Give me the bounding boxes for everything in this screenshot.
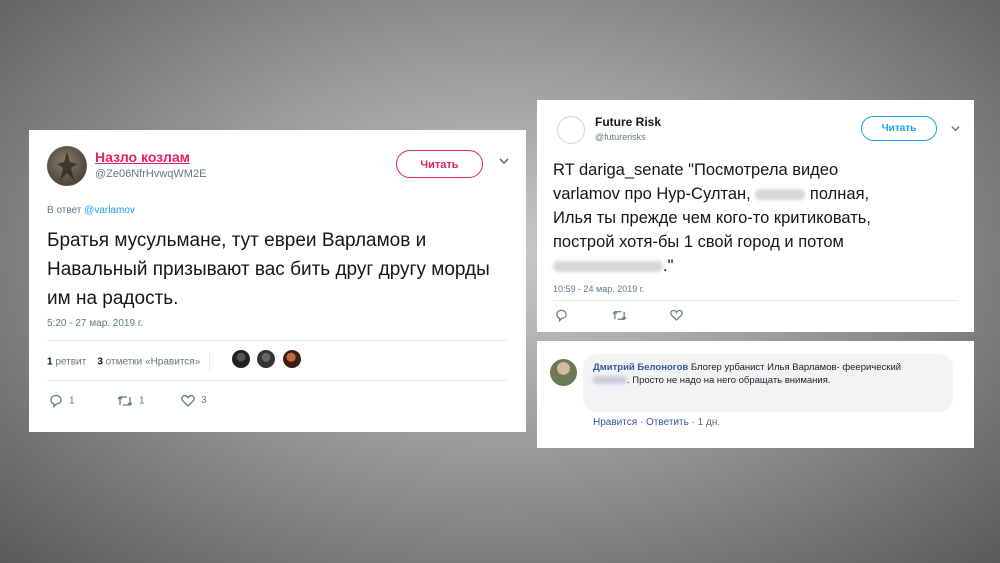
tweet-text: Братья мусульмане, тут евреи Варламов и … (47, 230, 490, 309)
divider (47, 380, 508, 381)
commenter-avatar[interactable] (550, 359, 577, 386)
follow-button[interactable]: Читать (396, 150, 483, 178)
censored-word (593, 376, 627, 385)
comment-text: Дмитрий Белоногов Блогер урбанист Илья В… (593, 361, 923, 387)
tweet-stats: 1 ретвит 3 отметки «Нравится» (47, 353, 216, 371)
tweet-text-line: полная, (809, 185, 870, 203)
reply-link[interactable]: Ответить (646, 417, 689, 428)
comment-time[interactable]: 1 дн. (698, 417, 720, 428)
reply-icon[interactable] (555, 309, 568, 322)
tweet-text-line: Илья ты прежде чем кого-то критиковать, (553, 209, 871, 227)
divider (47, 340, 508, 341)
like-link[interactable]: Нравится (593, 417, 637, 428)
likers-avatars (232, 350, 304, 373)
like-count: 3 (201, 395, 207, 407)
divider (553, 300, 958, 301)
reply-count: 1 (69, 395, 75, 407)
tweet-text-line: ." (663, 257, 674, 275)
censored-word (553, 261, 663, 273)
like-action[interactable]: 3 (181, 394, 207, 407)
tweet-text-line: varlamov про Нур-Султан, (553, 185, 751, 203)
liker-avatar[interactable] (232, 350, 250, 368)
liker-avatar[interactable] (257, 350, 276, 368)
comment-card: Дмитрий Белоногов Блогер урбанист Илья В… (537, 341, 974, 448)
comment-body: . Просто не надо на него обращать вниман… (627, 375, 831, 386)
comment-actions: Нравится · Ответить · 1 дн. (593, 417, 721, 428)
likes-count[interactable]: 3 (97, 357, 103, 368)
retweet-icon (117, 396, 133, 406)
reply-prefix: В ответ (47, 205, 82, 216)
reply-mention-link[interactable]: @varlamov (84, 205, 135, 216)
heart-icon[interactable] (670, 309, 683, 321)
chevron-down-icon[interactable] (951, 124, 960, 133)
comment-author[interactable]: Дмитрий Белоногов (593, 362, 688, 373)
retweet-action-count: 1 (139, 395, 145, 407)
tweet-timestamp[interactable]: 10:59 - 24 мар. 2019 г. (553, 284, 644, 294)
comment-body: Блогер урбанист Илья Варламов- феерическ… (690, 362, 902, 373)
user-avatar[interactable] (47, 146, 87, 186)
liker-avatar[interactable] (282, 350, 301, 368)
tweet-timestamp[interactable]: 5:20 - 27 мар. 2019 г. (47, 318, 143, 329)
retweet-count[interactable]: 1 (47, 357, 53, 368)
tweet-card-1: Назло козлам @Ze06NfrHvwqWM2E Читать В о… (29, 130, 526, 432)
user-name[interactable]: Future Risk (595, 115, 661, 129)
retweet-icon[interactable] (612, 309, 627, 322)
retweet-action[interactable]: 1 (117, 394, 145, 408)
tweet-card-2: Future Risk @futurerisks Читать RT darig… (537, 100, 974, 332)
user-handle[interactable]: @Ze06NfrHvwqWM2E (95, 168, 206, 180)
reply-action[interactable]: 1 (49, 394, 75, 409)
tweet-text-line: RT dariga_senate "Посмотрела видео (553, 161, 839, 179)
likes-label[interactable]: отметки «Нравится» (106, 357, 201, 368)
censored-word (755, 189, 806, 201)
heart-icon (181, 394, 195, 407)
user-avatar[interactable] (557, 116, 585, 144)
reply-icon (50, 394, 62, 409)
retweet-label[interactable]: ретвит (55, 357, 86, 368)
tweet-text-line: построй хотя-бы 1 свой город и потом (553, 233, 844, 251)
user-handle[interactable]: @futurerisks (595, 132, 646, 142)
stats-separator (209, 353, 211, 371)
follow-button[interactable]: Читать (861, 116, 937, 141)
chevron-down-icon[interactable] (499, 156, 509, 166)
reply-context: В ответ @varlamov (47, 205, 135, 216)
user-name[interactable]: Назло козлам (95, 149, 190, 165)
tweet-text: RT dariga_senate "Посмотрела видео varla… (553, 158, 963, 278)
